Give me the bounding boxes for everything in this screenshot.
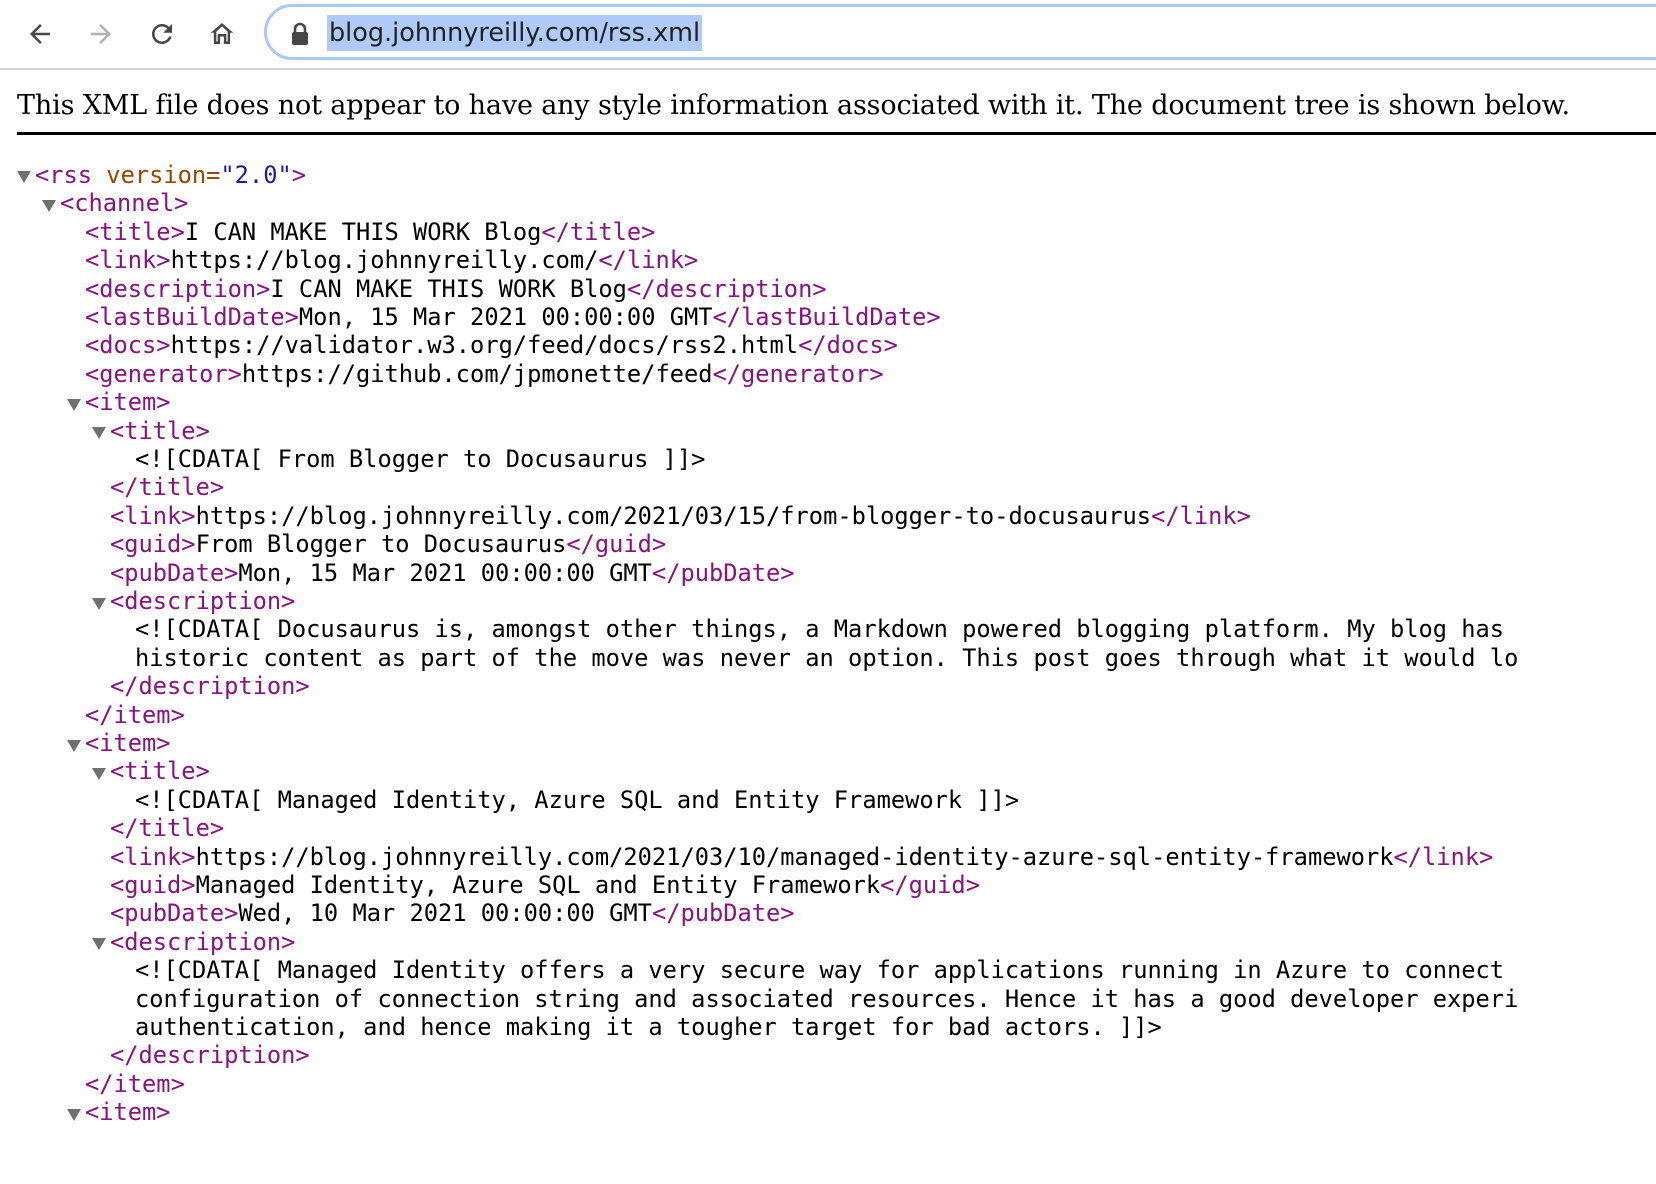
notice-text: This XML file does not appear to have an… bbox=[17, 90, 1570, 121]
collapse-toggle-icon[interactable] bbox=[67, 740, 81, 752]
collapse-toggle-icon[interactable] bbox=[67, 399, 81, 411]
item-link: <link>https://blog.johnnyreilly.com/2021… bbox=[110, 501, 1251, 530]
item-description-text: authentication, and hence making it a to… bbox=[135, 1013, 1162, 1041]
arrow-left-icon bbox=[25, 19, 55, 49]
arrow-right-icon bbox=[86, 19, 116, 49]
item-open-tag: <item> bbox=[85, 1098, 171, 1127]
item-description-text: historic content as part of the move was… bbox=[135, 643, 1519, 672]
rss-open-tag: <rss version="2.0"> bbox=[35, 161, 306, 189]
item-pubdate: <pubDate>Wed, 10 Mar 2021 00:00:00 GMT</… bbox=[110, 899, 795, 928]
item-open-tag: <item> bbox=[85, 729, 171, 757]
item-title-cdata: <![CDATA[ From Blogger to Docusaurus ]]> bbox=[135, 445, 706, 473]
home-button[interactable] bbox=[199, 11, 245, 57]
reload-icon bbox=[147, 19, 177, 49]
item-title-cdata: <![CDATA[ Managed Identity, Azure SQL an… bbox=[135, 785, 1020, 814]
item-pubdate: <pubDate>Mon, 15 Mar 2021 00:00:00 GMT</… bbox=[110, 558, 795, 587]
channel-generator: <generator>https://github.com/jpmonette/… bbox=[85, 359, 884, 388]
channel-link: <link>https://blog.johnnyreilly.com/</li… bbox=[85, 246, 699, 275]
item-description-close: </description> bbox=[110, 672, 310, 701]
channel-last-build-date: <lastBuildDate>Mon, 15 Mar 2021 00:00:00… bbox=[85, 303, 941, 331]
item-title-open: <title> bbox=[110, 757, 210, 786]
channel-open-tag: <channel> bbox=[60, 189, 189, 218]
reload-button[interactable] bbox=[139, 11, 185, 57]
item-description-close: </description> bbox=[110, 1041, 310, 1070]
item-title-open: <title> bbox=[110, 416, 210, 445]
collapse-toggle-icon[interactable] bbox=[92, 427, 106, 439]
item-open-tag: <item> bbox=[85, 388, 171, 417]
xml-style-notice: This XML file does not appear to have an… bbox=[17, 83, 1656, 135]
collapse-toggle-icon[interactable] bbox=[92, 938, 106, 950]
item-description-text: <![CDATA[ Managed Identity offers a very… bbox=[135, 956, 1505, 985]
item-description-text: <![CDATA[ Docusaurus is, amongst other t… bbox=[135, 615, 1505, 644]
home-icon bbox=[207, 19, 237, 49]
item-description-open: <description> bbox=[110, 587, 296, 615]
item-close-tag: </item> bbox=[85, 1069, 185, 1098]
collapse-toggle-icon[interactable] bbox=[92, 768, 106, 780]
lock-icon bbox=[289, 22, 311, 46]
collapse-toggle-icon[interactable] bbox=[17, 171, 31, 183]
collapse-toggle-icon[interactable] bbox=[67, 1109, 81, 1121]
item-description-open: <description> bbox=[110, 927, 296, 956]
channel-title: <title>I CAN MAKE THIS WORK Blog</title> bbox=[85, 217, 656, 246]
channel-docs: <docs>https://validator.w3.org/feed/docs… bbox=[85, 331, 898, 360]
item-description-text: configuration of connection string and a… bbox=[135, 984, 1519, 1013]
item-title-close: </title> bbox=[110, 473, 225, 502]
item-guid: <guid>Managed Identity, Azure SQL and En… bbox=[110, 871, 980, 899]
item-close-tag: </item> bbox=[85, 700, 185, 729]
url-text[interactable]: blog.johnnyreilly.com/rss.xml bbox=[327, 15, 703, 51]
address-bar[interactable]: blog.johnnyreilly.com/rss.xml bbox=[264, 4, 1656, 60]
item-title-close: </title> bbox=[110, 814, 225, 843]
collapse-toggle-icon[interactable] bbox=[92, 598, 106, 610]
forward-button[interactable] bbox=[78, 11, 124, 57]
browser-toolbar: blog.johnnyreilly.com/rss.xml bbox=[0, 0, 1656, 70]
item-link: <link>https://blog.johnnyreilly.com/2021… bbox=[110, 842, 1494, 871]
channel-description: <description>I CAN MAKE THIS WORK Blog</… bbox=[85, 274, 827, 303]
item-guid: <guid>From Blogger to Docusaurus</guid> bbox=[110, 530, 667, 559]
collapse-toggle-icon[interactable] bbox=[42, 200, 56, 212]
back-button[interactable] bbox=[17, 11, 63, 57]
